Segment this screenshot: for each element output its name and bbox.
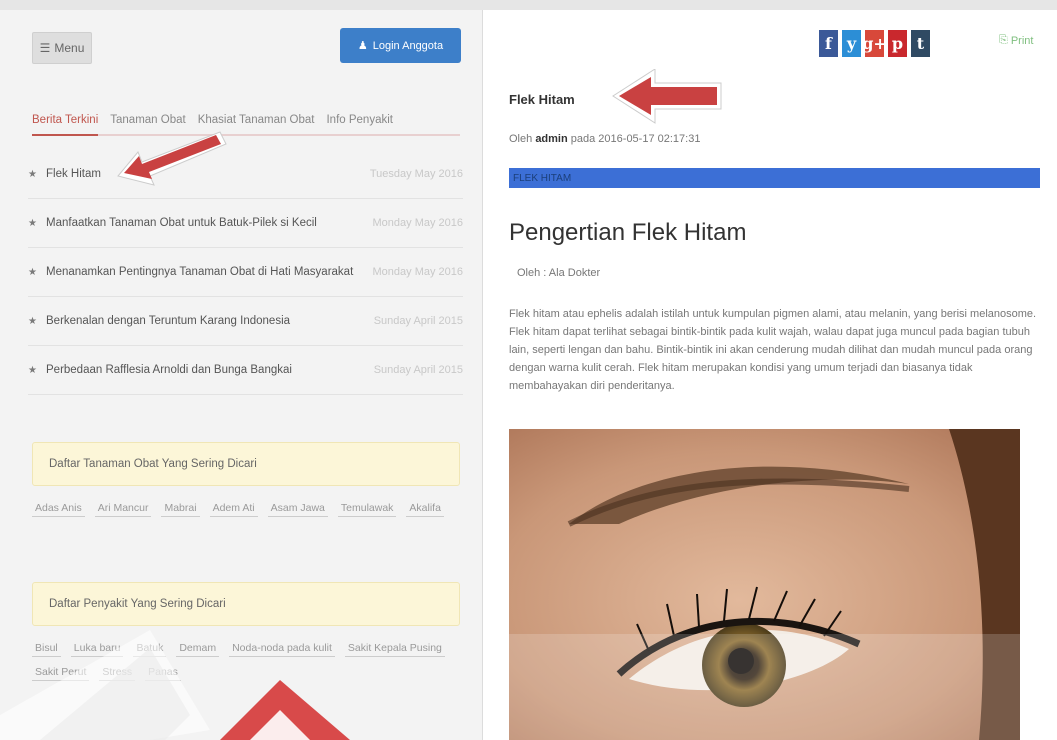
news-title[interactable]: Menanamkan Pentingnya Tanaman Obat di Ha… bbox=[46, 266, 365, 278]
panel-title: Daftar Tanaman Obat Yang Sering Dicari bbox=[49, 458, 257, 470]
tab-berita-terkini[interactable]: Berita Terkini bbox=[32, 114, 99, 136]
star-icon: ★ bbox=[28, 168, 37, 180]
tab-info-penyakit[interactable]: Info Penyakit bbox=[326, 114, 392, 134]
popular-diseases-panel: Daftar Penyakit Yang Sering Dicari bbox=[32, 582, 460, 626]
tag-link[interactable]: Batuk bbox=[133, 642, 167, 657]
tab-tanaman-obat[interactable]: Tanaman Obat bbox=[110, 114, 185, 134]
news-date: Sunday April 2015 bbox=[373, 364, 463, 376]
post-title: Flek Hitam bbox=[509, 92, 575, 107]
star-icon: ★ bbox=[28, 266, 37, 278]
tag-link[interactable]: Ari Mancur bbox=[94, 502, 152, 517]
popular-plants-panel: Daftar Tanaman Obat Yang Sering Dicari bbox=[32, 442, 460, 486]
news-list: ★ Flek Hitam Tuesday May 2016 ★ Manfaatk… bbox=[28, 150, 463, 395]
hamburger-icon: ☰ bbox=[39, 41, 51, 55]
post-meta: Oleh admin pada 2016-05-17 02:17:31 bbox=[509, 133, 700, 145]
meta-prefix: Oleh bbox=[509, 133, 533, 145]
login-label: Login Anggota bbox=[372, 39, 444, 52]
article-image bbox=[509, 429, 1020, 740]
tag-link[interactable]: Stress bbox=[99, 666, 136, 681]
tag-link[interactable]: Adem Ati bbox=[209, 502, 258, 517]
list-item[interactable]: ★ Manfaatkan Tanaman Obat untuk Batuk-Pi… bbox=[28, 199, 463, 248]
popular-plants-tags: Adas Anis Ari Mancur Mabrai Adem Ati Asa… bbox=[32, 502, 460, 517]
star-icon: ★ bbox=[28, 364, 37, 376]
top-border bbox=[0, 0, 1057, 10]
list-item[interactable]: ★ Perbedaan Rafflesia Arnoldi dan Bunga … bbox=[28, 346, 463, 395]
news-date: Tuesday May 2016 bbox=[369, 168, 463, 180]
tag-link[interactable]: Adas Anis bbox=[32, 502, 85, 517]
tag-link[interactable]: Akalifa bbox=[406, 502, 444, 517]
popular-diseases-tags: Bisul Luka baru Batuk Demam Noda-noda pa… bbox=[32, 642, 460, 681]
tag-link[interactable]: Panas bbox=[145, 666, 181, 681]
tag-link[interactable]: Temulawak bbox=[337, 502, 397, 517]
star-icon: ★ bbox=[28, 315, 37, 327]
tag-link[interactable]: Bisul bbox=[32, 642, 61, 657]
panel-title: Daftar Penyakit Yang Sering Dicari bbox=[49, 598, 226, 610]
article-area: f y g+ p t ⎘ Print Flek Hitam Oleh admin… bbox=[484, 10, 1057, 740]
article-body: Flek hitam atau ephelis adalah istilah u… bbox=[509, 308, 1037, 392]
facebook-icon[interactable]: f bbox=[819, 30, 838, 57]
news-date: Sunday April 2015 bbox=[373, 315, 463, 327]
twitter-icon[interactable]: y bbox=[842, 30, 861, 57]
menu-button[interactable]: ☰ Menu bbox=[32, 32, 92, 64]
tag-link[interactable]: Sakit Perut bbox=[32, 666, 90, 681]
google-plus-icon[interactable]: g+ bbox=[862, 30, 887, 57]
print-link[interactable]: ⎘ Print bbox=[999, 34, 1033, 47]
tag-link[interactable]: Mabrai bbox=[161, 502, 200, 517]
pinterest-icon[interactable]: p bbox=[888, 30, 907, 57]
article-byline: Oleh : Ala Dokter bbox=[517, 267, 601, 279]
list-item[interactable]: ★ Flek Hitam Tuesday May 2016 bbox=[28, 150, 463, 199]
tag-link[interactable]: Asam Jawa bbox=[267, 502, 328, 517]
meta-author: admin bbox=[535, 133, 568, 145]
news-tabs: Berita Terkini Tanaman Obat Khasiat Tana… bbox=[32, 106, 460, 136]
category-bar: FLEK HITAM bbox=[509, 168, 1040, 188]
print-label: Print bbox=[1010, 34, 1034, 47]
meta-date: pada 2016-05-17 02:17:31 bbox=[570, 133, 701, 145]
user-icon: ♟ bbox=[357, 40, 368, 52]
star-icon: ★ bbox=[28, 217, 37, 229]
social-share: f y g+ p t bbox=[819, 30, 930, 57]
tumblr-icon[interactable]: t bbox=[911, 30, 930, 57]
news-title[interactable]: Perbedaan Rafflesia Arnoldi dan Bunga Ba… bbox=[46, 364, 366, 376]
printer-icon: ⎘ bbox=[999, 34, 1008, 46]
tag-link[interactable]: Luka baru bbox=[70, 642, 124, 657]
sidebar: ☰ Menu ♟ Login Anggota Berita Terkini Ta… bbox=[0, 10, 483, 740]
tag-link[interactable]: Demam bbox=[176, 642, 220, 657]
category-label: FLEK HITAM bbox=[513, 172, 572, 184]
news-title[interactable]: Flek Hitam bbox=[46, 168, 362, 180]
news-title[interactable]: Berkenalan dengan Teruntum Karang Indone… bbox=[46, 315, 366, 327]
tag-link[interactable]: Noda-noda pada kulit bbox=[229, 642, 335, 657]
article-heading: Pengertian Flek Hitam bbox=[509, 219, 747, 246]
login-button[interactable]: ♟ Login Anggota bbox=[340, 28, 461, 63]
news-date: Monday May 2016 bbox=[372, 266, 464, 278]
menu-label: Menu bbox=[54, 41, 85, 55]
tag-link[interactable]: Sakit Kepala Pusing bbox=[344, 642, 445, 657]
news-title[interactable]: Manfaatkan Tanaman Obat untuk Batuk-Pile… bbox=[46, 217, 365, 229]
list-item[interactable]: ★ Berkenalan dengan Teruntum Karang Indo… bbox=[28, 297, 463, 346]
news-date: Monday May 2016 bbox=[372, 217, 464, 229]
tab-khasiat-tanaman-obat[interactable]: Khasiat Tanaman Obat bbox=[198, 114, 315, 134]
list-item[interactable]: ★ Menanamkan Pentingnya Tanaman Obat di … bbox=[28, 248, 463, 297]
